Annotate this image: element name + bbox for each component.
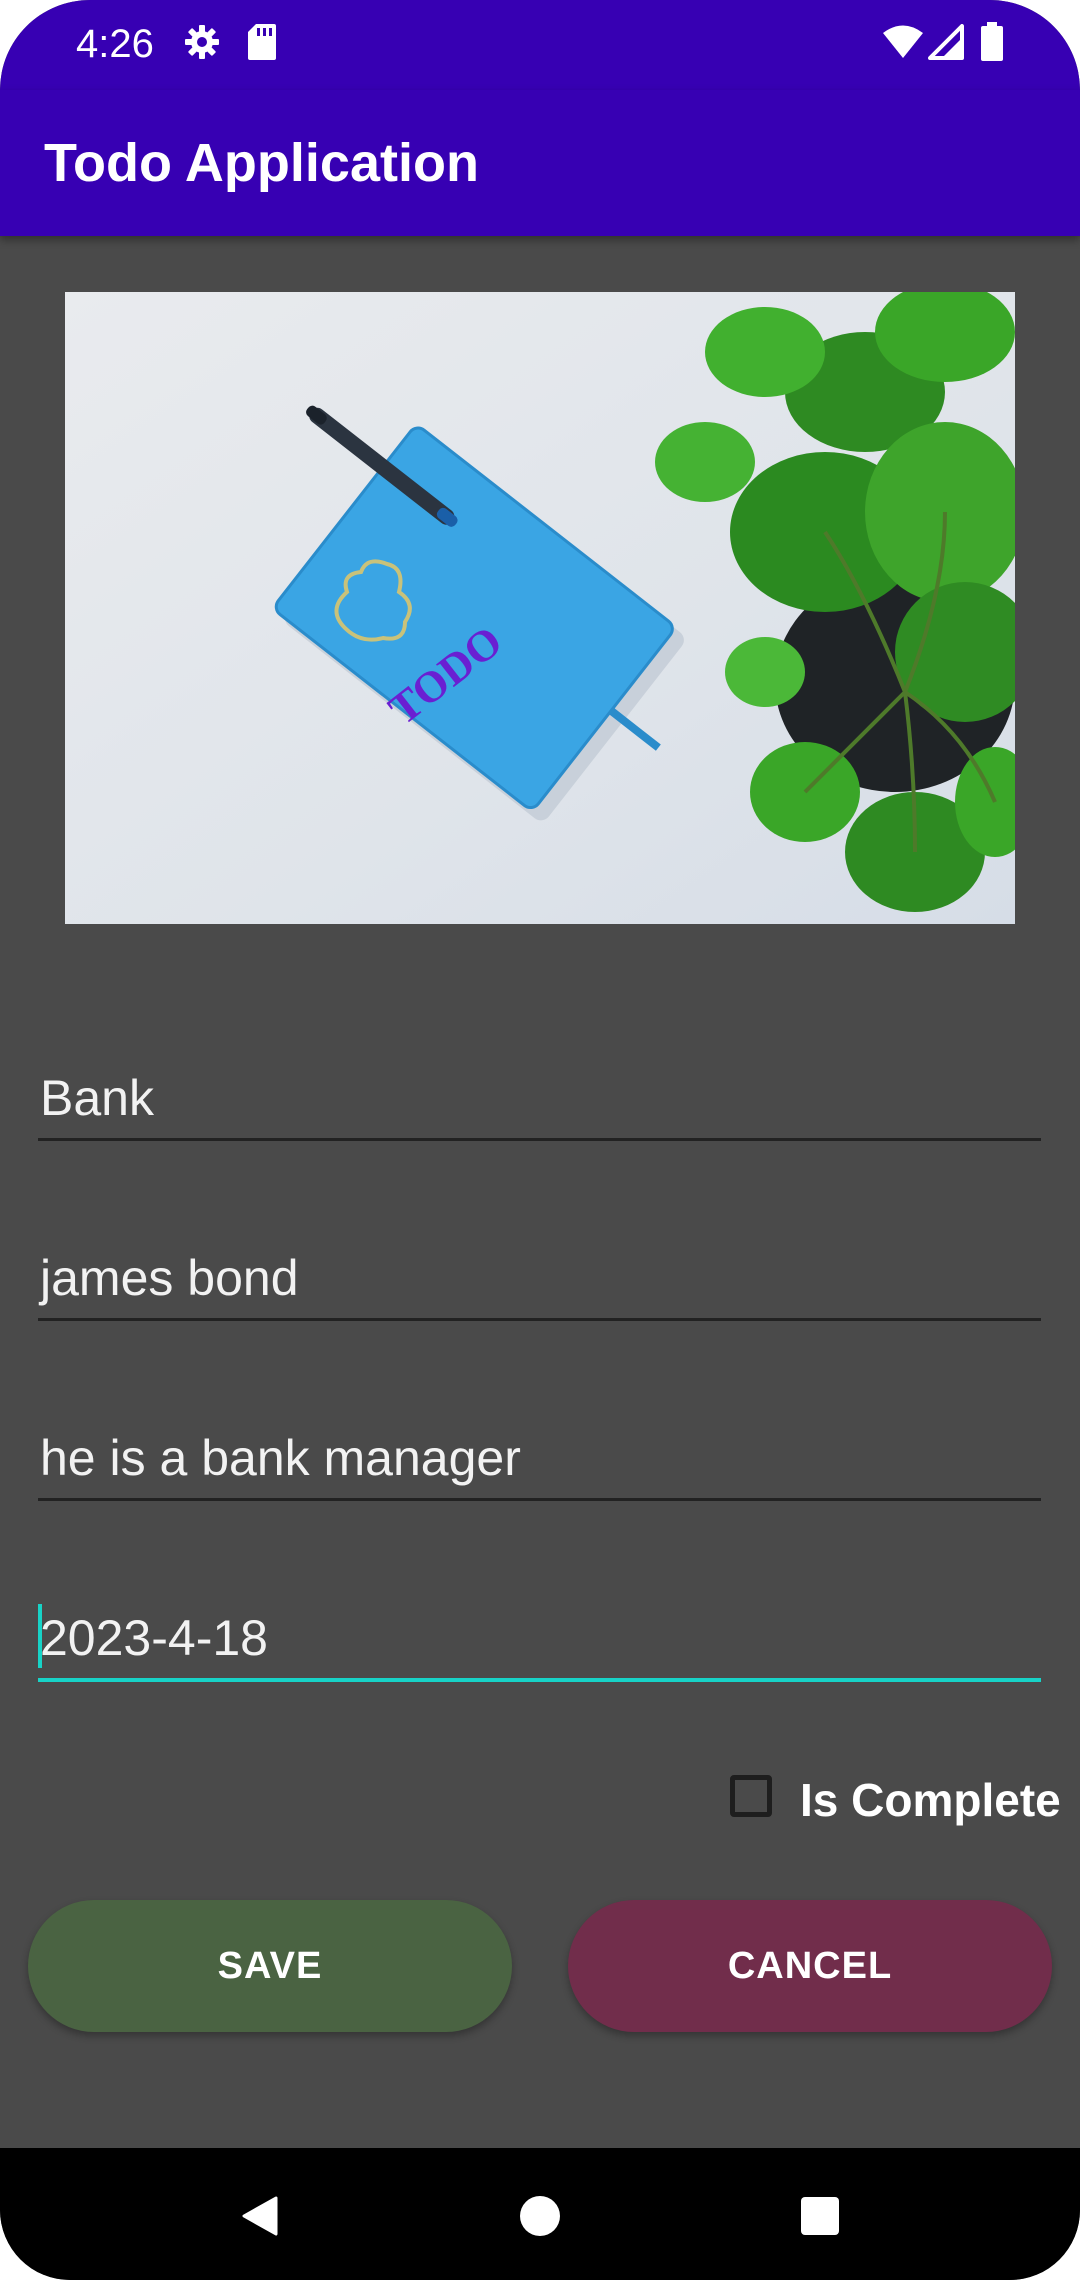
status-time: 4:26 — [76, 22, 154, 66]
navigation-bar — [0, 2148, 1080, 2280]
back-icon[interactable] — [238, 2194, 282, 2243]
battery-icon — [980, 22, 1004, 67]
app-title: Todo Application — [44, 133, 479, 193]
description-field[interactable]: he is a bank manager — [38, 1408, 1041, 1501]
description-field-value: he is a bank manager — [40, 1430, 521, 1486]
signal-icon — [928, 24, 964, 65]
person-field-value: james bond — [40, 1250, 299, 1306]
phone-screen: 4:26 Todo Application TODO Bank james bo… — [0, 0, 1080, 2280]
date-field[interactable]: 2023-4-18 — [38, 1588, 1041, 1682]
is-complete-checkbox[interactable] — [730, 1775, 772, 1817]
name-field[interactable]: Bank — [38, 1048, 1041, 1141]
sd-card-icon — [246, 22, 278, 67]
is-complete-label: Is Complete — [800, 1774, 1061, 1826]
app-bar: Todo Application — [0, 90, 1080, 236]
todo-hero-image: TODO — [65, 292, 1015, 924]
status-bar: 4:26 — [0, 0, 1080, 90]
gear-icon — [182, 22, 222, 67]
person-field[interactable]: james bond — [38, 1228, 1041, 1321]
name-field-value: Bank — [40, 1070, 154, 1126]
cancel-button[interactable]: CANCEL — [568, 1900, 1052, 2032]
wifi-icon — [882, 24, 924, 65]
date-field-value: 2023-4-18 — [40, 1610, 268, 1666]
is-complete-row[interactable]: Is Complete — [728, 1770, 1061, 1830]
save-button[interactable]: SAVE — [28, 1900, 512, 2032]
home-icon[interactable] — [518, 2194, 562, 2243]
recents-icon[interactable] — [798, 2194, 842, 2243]
